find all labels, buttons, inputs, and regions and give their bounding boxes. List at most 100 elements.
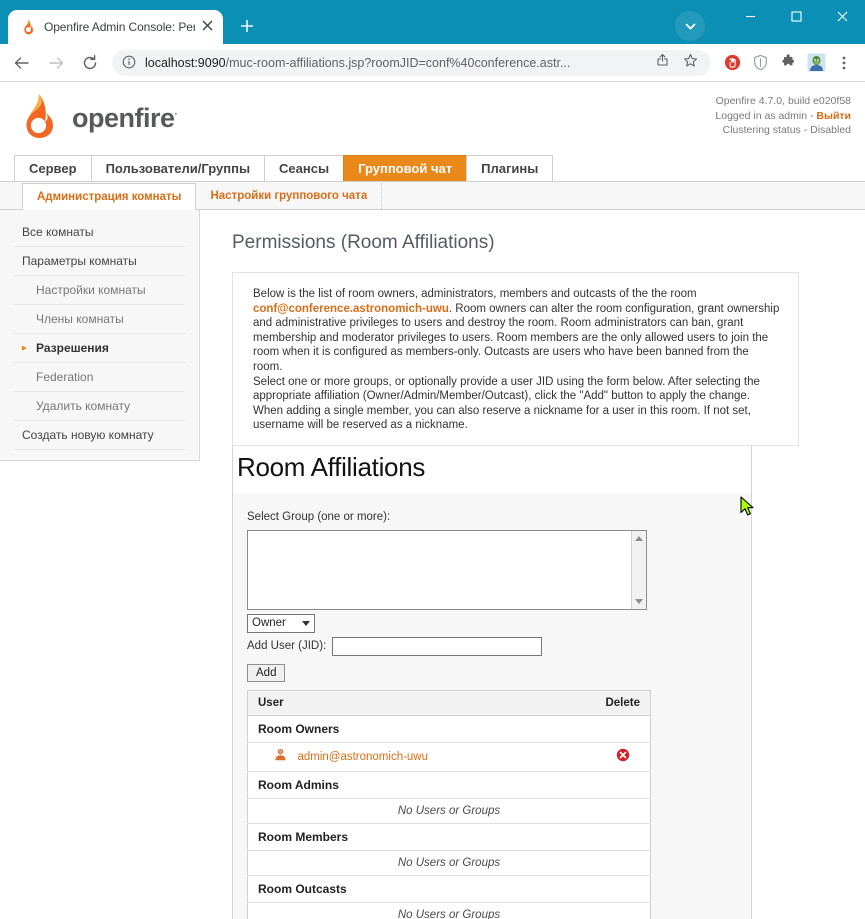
tab-group-chat[interactable]: Групповой чат	[343, 155, 468, 181]
shield-icon[interactable]	[747, 50, 773, 76]
body-area: Все комнаты Параметры комнаты Настройки …	[0, 210, 865, 919]
primary-tab-bar: Сервер Пользователи/Группы Сеансы Группо…	[0, 154, 865, 182]
info-circle-icon[interactable]	[122, 55, 137, 70]
clustering-status: Clustering status - Disabled	[722, 124, 851, 136]
description-text-before-jid: Below is the list of room owners, admini…	[253, 288, 697, 300]
address-bar[interactable]: localhost:9090/muc-room-affiliations.jsp…	[112, 49, 711, 76]
arrow-right-icon	[42, 49, 70, 77]
three-dot-menu-icon[interactable]	[831, 50, 857, 76]
openfire-flame-icon	[20, 19, 36, 35]
maximize-icon[interactable]	[773, 0, 819, 32]
sidebar: Все комнаты Параметры комнаты Настройки …	[0, 210, 200, 461]
add-user-label: Add User (JID):	[247, 640, 327, 653]
page-viewport: openfire· Openfire 4.7.0, build e020f58 …	[0, 82, 865, 919]
tab-users-groups[interactable]: Пользователи/Группы	[90, 155, 266, 181]
table-group-row: Room Owners	[247, 715, 651, 743]
close-icon[interactable]	[819, 0, 865, 32]
browser-tab[interactable]: Openfire Admin Console: Permiss	[8, 10, 223, 44]
group-title-room-owners: Room Owners	[247, 715, 651, 743]
logo-text: openfire·	[72, 103, 178, 133]
affiliations-form: Select Group (one or more): Owner Add Us…	[233, 493, 751, 919]
select-group-label: Select Group (one or more):	[247, 510, 391, 523]
logout-link[interactable]: Выйти	[816, 110, 851, 122]
table-group-row: Room Admins	[247, 771, 651, 800]
description-box: Below is the list of room owners, admini…	[232, 272, 799, 446]
table-row: No Users or Groups	[247, 850, 651, 877]
arrow-left-icon[interactable]	[8, 49, 36, 77]
empty-row-room-admins: No Users or Groups	[247, 798, 651, 825]
group-title-room-outcasts: Room Outcasts	[247, 875, 651, 904]
delete-cell	[595, 742, 651, 773]
tab-groupchat-settings[interactable]: Настройки группового чата	[196, 182, 383, 209]
column-header-delete: Delete	[595, 690, 651, 716]
group-listbox[interactable]	[247, 529, 647, 610]
sidebar-item-room-settings[interactable]: Настройки комнаты	[14, 276, 185, 305]
scroll-down-icon[interactable]	[635, 598, 643, 604]
sidebar-item-all-rooms[interactable]: Все комнаты	[14, 218, 185, 247]
star-icon[interactable]	[683, 53, 701, 73]
tab-room-administration[interactable]: Администрация комнаты	[22, 182, 197, 210]
table-header-row: User Delete	[247, 690, 651, 716]
window-controls	[727, 0, 865, 32]
description-paragraph-1: Below is the list of room owners, admini…	[253, 287, 780, 375]
scroll-up-icon[interactable]	[635, 535, 643, 541]
logo-trademark: ·	[174, 109, 178, 120]
delete-x-icon[interactable]	[616, 748, 630, 766]
reload-icon[interactable]	[76, 49, 104, 77]
table-group-row: Room Members	[247, 823, 651, 852]
url-path: /muc-room-affiliations.jsp?roomJID=conf%…	[225, 55, 571, 70]
tab-plugins[interactable]: Плагины	[466, 155, 554, 181]
app-masthead: openfire· Openfire 4.7.0, build e020f58 …	[0, 82, 865, 154]
sidebar-item-permissions[interactable]: ▸ Разрешения	[14, 334, 185, 363]
section-title: Room Affiliations	[233, 445, 751, 493]
sidebar-item-delete-room[interactable]: Удалить комнату	[14, 392, 185, 421]
browser-window: Openfire Admin Console: Permiss	[0, 0, 865, 919]
chevron-down-icon[interactable]	[675, 11, 705, 41]
browser-toolbar: localhost:9090/muc-room-affiliations.jsp…	[0, 44, 865, 82]
tab-sessions[interactable]: Сеансы	[264, 155, 345, 181]
extension-icons	[717, 50, 857, 76]
url-text: localhost:9090/muc-room-affiliations.jsp…	[145, 56, 651, 70]
logged-in-text: Logged in as admin - Выйти	[715, 109, 851, 122]
minimize-icon[interactable]	[727, 0, 773, 32]
header-account-info: Openfire 4.7.0, build e020f58 Logged in …	[715, 94, 851, 138]
add-button[interactable]: Add	[247, 663, 286, 682]
chevron-down-icon	[302, 620, 310, 626]
browser-titlebar: Openfire Admin Console: Permiss	[0, 0, 865, 44]
listbox-scrollbar[interactable]	[631, 530, 646, 609]
group-title-room-members: Room Members	[247, 823, 651, 852]
table-group-row: Room Outcasts	[247, 875, 651, 904]
tab-server[interactable]: Сервер	[14, 155, 92, 181]
adblock-icon[interactable]	[719, 50, 745, 76]
openfire-logo[interactable]: openfire·	[14, 92, 178, 145]
close-icon[interactable]	[199, 19, 215, 35]
group-title-room-admins: Room Admins	[247, 771, 651, 800]
version-text: Openfire 4.7.0, build e020f58	[715, 95, 851, 107]
add-user-jid-input[interactable]	[332, 636, 543, 656]
caret-right-icon: ▸	[22, 342, 27, 353]
table-row: No Users or Groups	[247, 902, 651, 919]
affiliations-form-frame: Room Affiliations Select Group (one or m…	[232, 445, 752, 919]
sidebar-item-room-members[interactable]: Члены комнаты	[14, 305, 185, 334]
empty-row-room-outcasts: No Users or Groups	[247, 902, 651, 919]
affiliation-select[interactable]: Owner	[247, 613, 315, 633]
affiliations-table: User Delete Room Owners admin@astronomic…	[247, 689, 651, 919]
add-user-row: Add User (JID):	[247, 636, 751, 656]
new-tab-button[interactable]	[233, 12, 261, 40]
share-icon[interactable]	[655, 53, 673, 73]
sidebar-item-room-parameters[interactable]: Параметры комнаты	[14, 247, 185, 276]
openfire-flame-logo	[14, 92, 62, 145]
profile-avatar-icon[interactable]	[803, 50, 829, 76]
column-header-user: User	[247, 690, 596, 716]
puzzle-piece-icon[interactable]	[775, 50, 801, 76]
affiliation-selected-value: Owner	[252, 617, 286, 630]
empty-row-room-members: No Users or Groups	[247, 850, 651, 877]
sidebar-item-federation[interactable]: Federation	[14, 363, 185, 392]
description-paragraph-2: Select one or more groups, or optionally…	[253, 375, 760, 432]
sidebar-item-create-room[interactable]: Создать новую комнату	[14, 421, 185, 450]
user-cell: admin@astronomich-uwu	[247, 742, 596, 773]
user-icon	[274, 748, 291, 765]
tab-strip: Openfire Admin Console: Permiss	[0, 0, 261, 44]
url-host: localhost:9090	[145, 55, 226, 70]
user-jid-link[interactable]: admin@astronomich-uwu	[297, 751, 428, 763]
